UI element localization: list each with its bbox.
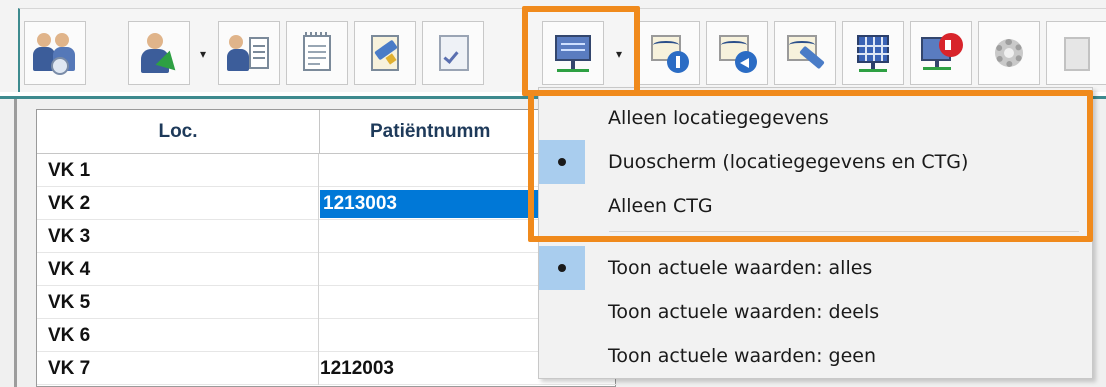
disabled-doc-icon <box>1056 31 1100 75</box>
menu-item-show-values-all[interactable]: Toon actuele waarden: alles <box>539 246 1092 290</box>
patient-admit-dropdown[interactable]: ▾ <box>196 47 210 61</box>
table-row[interactable]: VK 4 <box>37 253 617 286</box>
edit-document-icon <box>363 31 407 75</box>
menu-item-check <box>539 334 585 378</box>
notes-button[interactable] <box>286 21 348 85</box>
ctg-info-icon <box>647 31 691 75</box>
menu-item-show-values-partial[interactable]: Toon actuele waarden: deels <box>539 290 1092 334</box>
ctg-back-icon <box>715 31 759 75</box>
menu-item-check <box>539 246 585 290</box>
patient-admit-icon <box>137 31 183 78</box>
location-cell: VK 5 <box>37 286 319 319</box>
location-cell: VK 3 <box>37 220 319 253</box>
location-cell: VK 2 <box>37 187 319 220</box>
location-cell: VK 6 <box>37 319 319 352</box>
highlight-box-menu-options <box>528 90 1093 242</box>
patients-group-icon <box>33 31 77 75</box>
patient-number-cell <box>320 253 540 286</box>
location-cell: VK 4 <box>37 253 319 286</box>
menu-item-label: Toon actuele waarden: geen <box>608 345 877 367</box>
column-header-location[interactable]: Loc. <box>37 110 320 154</box>
checklist-button[interactable] <box>422 21 484 85</box>
settings-gear-icon <box>987 31 1031 75</box>
patient-number-cell <box>320 319 540 352</box>
patient-number-cell-selected: 1213003 <box>320 187 540 220</box>
edit-document-button[interactable] <box>354 21 416 85</box>
patient-admit-button[interactable] <box>128 21 190 85</box>
ctg-annotate-button[interactable] <box>774 21 836 85</box>
chevron-down-icon: ▾ <box>199 47 207 61</box>
left-frame <box>14 99 17 387</box>
bullet-icon <box>558 264 566 272</box>
patient-number-cell <box>320 220 540 253</box>
patient-record-icon <box>227 31 271 75</box>
menu-item-show-values-none[interactable]: Toon actuele waarden: geen <box>539 334 1092 378</box>
patient-record-button[interactable] <box>218 21 280 85</box>
patient-number-cell: 1212003 <box>320 358 394 379</box>
checklist-icon <box>431 31 475 75</box>
menu-item-label: Toon actuele waarden: alles <box>608 257 873 279</box>
notes-icon <box>295 31 339 75</box>
alarm-speaker-button[interactable] <box>910 21 972 85</box>
ctg-back-button[interactable] <box>706 21 768 85</box>
ctg-info-button[interactable] <box>638 21 700 85</box>
menu-item-check <box>539 290 585 334</box>
location-cell: VK 1 <box>37 154 319 187</box>
patients-group-button[interactable] <box>24 21 86 85</box>
menu-item-label: Toon actuele waarden: deels <box>608 301 880 323</box>
selected-patient-number[interactable]: 1213003 <box>320 190 540 218</box>
disabled-doc-button[interactable] <box>1046 21 1106 85</box>
patient-number-cell <box>320 154 540 187</box>
grid-monitor-icon <box>851 31 895 75</box>
alarm-speaker-icon <box>919 31 963 75</box>
highlight-box-toolbar-button <box>522 6 640 96</box>
ctg-annotate-icon <box>783 31 827 75</box>
settings-gear-button[interactable] <box>978 21 1040 85</box>
table-row[interactable]: VK 6 <box>37 319 617 352</box>
patient-number-cell <box>320 286 540 319</box>
grid-monitor-button[interactable] <box>842 21 904 85</box>
table-row[interactable]: VK 5 <box>37 286 617 319</box>
location-cell: VK 7 <box>37 352 319 385</box>
table-row[interactable]: VK 7 1212003 <box>37 352 617 385</box>
